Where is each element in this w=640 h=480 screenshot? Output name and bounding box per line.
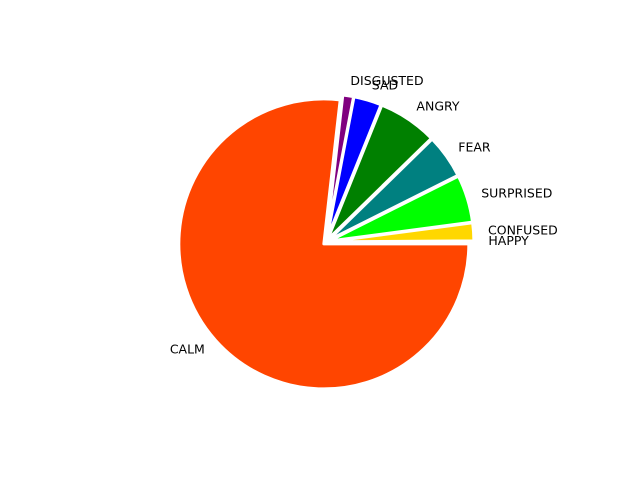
pie-slices [177,93,476,391]
slice-label-disgusted: DISGUSTED [350,73,423,88]
slice-label-calm: CALM [170,342,205,357]
slice-label-surprised: SURPRISED [481,186,552,201]
slice-label-confused: CONFUSED [488,222,558,237]
pie-chart: HAPPYCONFUSEDSURPRISEDFEARANGRYSADDISGUS… [170,73,558,391]
slice-label-fear: FEAR [458,139,491,154]
slice-label-angry: ANGRY [416,99,459,114]
